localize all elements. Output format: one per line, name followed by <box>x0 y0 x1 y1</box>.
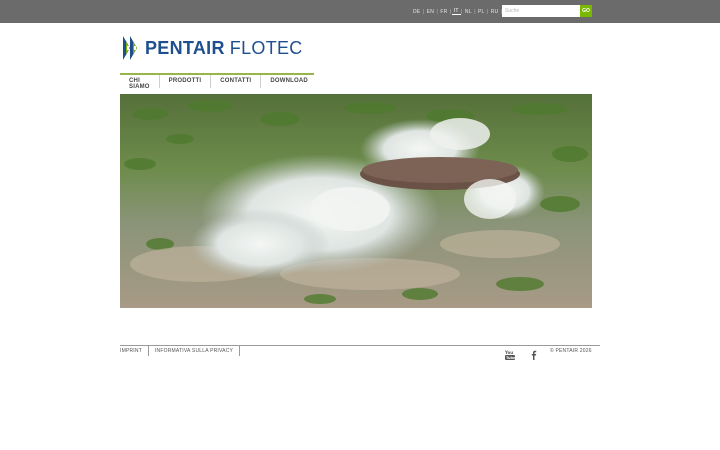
lang-fr[interactable]: FR <box>438 9 449 15</box>
language-switcher: DE | EN | FR | IT | NL | PL | RU | ES <box>411 8 514 15</box>
top-bar: DE | EN | FR | IT | NL | PL | RU | ES GO <box>0 0 720 23</box>
main-nav: CHI SIAMO PRODOTTI CONTATTI DOWNLOAD <box>120 73 317 90</box>
search-input[interactable] <box>502 5 580 17</box>
footer-links: IMPRINT INFORMATIVA SULLA PRIVACY <box>120 345 241 356</box>
footer-link-imprint[interactable]: IMPRINT <box>120 345 149 356</box>
svg-text:Tube: Tube <box>506 356 516 360</box>
pentair-logo-icon <box>123 36 137 60</box>
nav-item-download[interactable]: DOWNLOAD <box>261 75 317 88</box>
flooded-manhole-photo <box>120 94 592 308</box>
search-go-button[interactable]: GO <box>580 5 592 17</box>
nav-item-chi-siamo[interactable]: CHI SIAMO <box>120 75 160 90</box>
lang-en[interactable]: EN <box>425 9 436 15</box>
product-name: FLOTEC <box>229 37 303 58</box>
facebook-icon[interactable] <box>528 349 540 361</box>
brand-name: PENTAIR <box>145 37 225 58</box>
lang-pl[interactable]: PL <box>476 9 487 15</box>
pentair-flotec-logo[interactable]: PENTAIR FLOTEC <box>120 33 303 63</box>
youtube-icon[interactable]: You Tube <box>504 349 516 361</box>
svg-text:You: You <box>504 350 513 355</box>
lang-ru[interactable]: RU <box>489 9 501 15</box>
nav-item-contatti[interactable]: CONTATTI <box>211 75 262 88</box>
lang-nl[interactable]: NL <box>463 9 474 15</box>
footer-link-privacy[interactable]: INFORMATIVA SULLA PRIVACY <box>149 345 241 356</box>
lang-de[interactable]: DE <box>411 9 422 15</box>
nav-item-prodotti[interactable]: PRODOTTI <box>160 75 212 88</box>
lang-it[interactable]: IT <box>451 8 461 15</box>
hero-image <box>120 94 592 308</box>
copyright-text: © PENTAIR 2026 <box>550 348 592 354</box>
